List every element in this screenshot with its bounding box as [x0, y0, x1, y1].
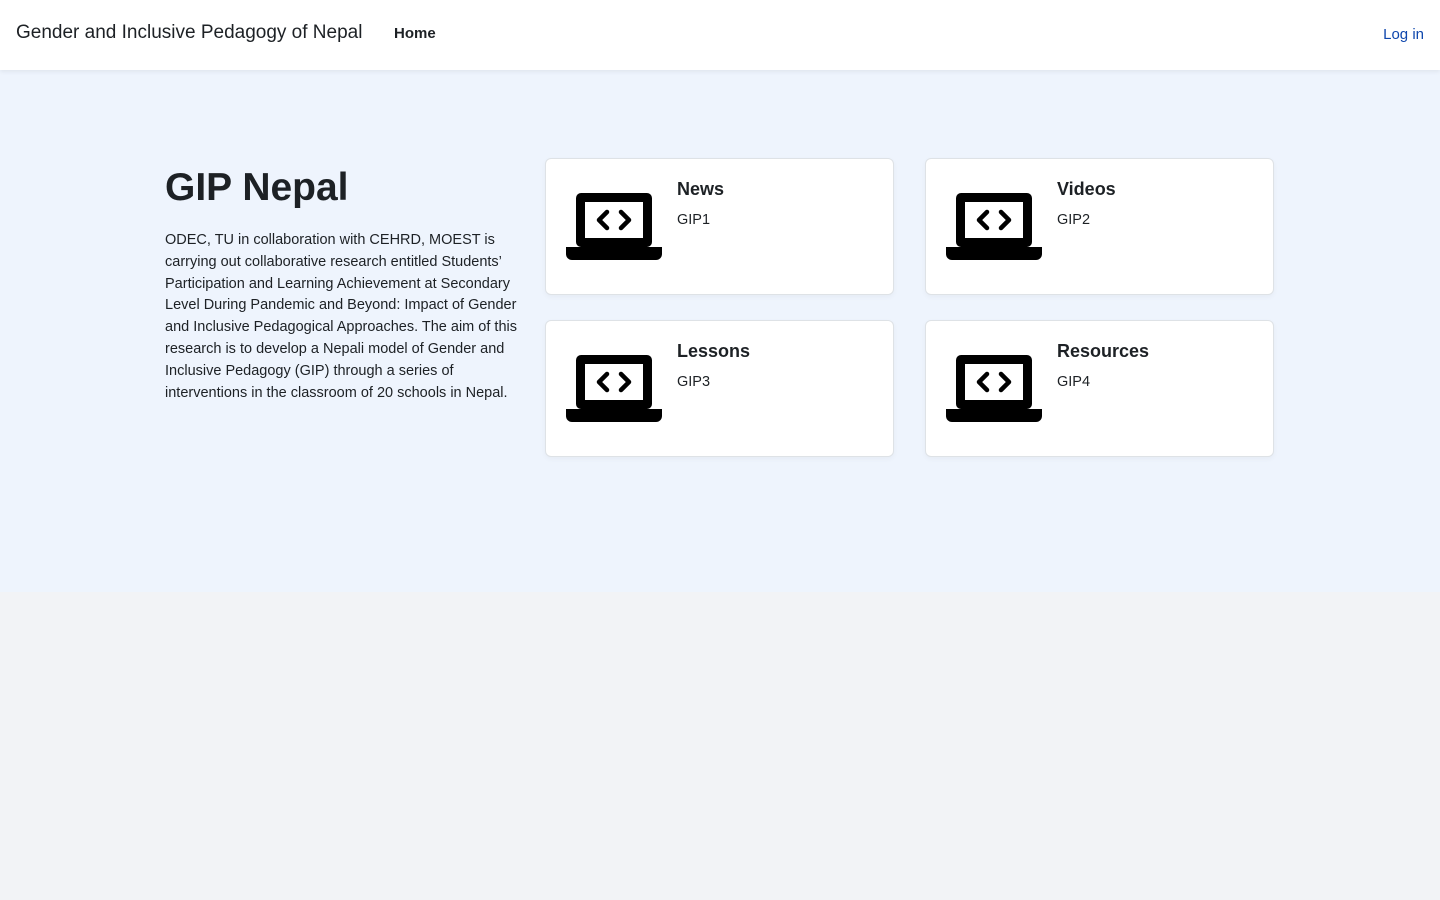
intro-description: ODEC, TU in collaboration with CEHRD, MO…: [165, 232, 517, 401]
top-navbar: Gender and Inclusive Pedagogy of Nepal H…: [0, 0, 1440, 70]
nav-home-link[interactable]: Home: [394, 25, 436, 42]
card-videos[interactable]: Videos GIP2: [925, 158, 1274, 295]
intro-block: GIP Nepal ODEC, TU in collaboration with…: [165, 166, 517, 404]
laptop-code-icon: [946, 355, 1042, 422]
laptop-code-icon: [566, 355, 662, 422]
card-title: Videos: [1057, 179, 1116, 199]
card-resources[interactable]: Resources GIP4: [925, 320, 1274, 457]
site-name-link[interactable]: Gender and Inclusive Pedagogy of Nepal: [16, 22, 362, 44]
hero-section: GIP Nepal ODEC, TU in collaboration with…: [0, 70, 1440, 592]
laptop-code-icon: [566, 193, 662, 260]
card-subtitle: GIP3: [677, 374, 711, 390]
login-link[interactable]: Log in: [1383, 26, 1424, 43]
card-subtitle: GIP2: [1057, 212, 1091, 228]
laptop-code-icon: [946, 193, 1042, 260]
card-news[interactable]: News GIP1: [545, 158, 894, 295]
card-lessons[interactable]: Lessons GIP3: [545, 320, 894, 457]
card-title: News: [677, 179, 725, 199]
card-subtitle: GIP4: [1057, 374, 1091, 390]
card-subtitle: GIP1: [677, 212, 711, 228]
card-title: Lessons: [677, 341, 751, 361]
card-title: Resources: [1057, 341, 1150, 361]
page-title: GIP Nepal: [165, 166, 349, 209]
